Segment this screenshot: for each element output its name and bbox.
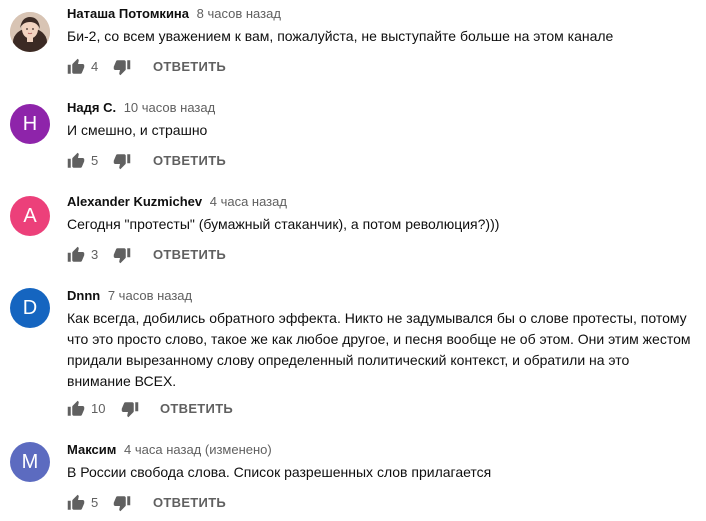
- avatar[interactable]: [10, 12, 50, 52]
- avatar[interactable]: H: [10, 104, 50, 144]
- comment-time[interactable]: 7 часов назад: [108, 288, 192, 303]
- comment-time[interactable]: 4 часа назад: [210, 194, 287, 209]
- reply-button[interactable]: ОТВЕТИТЬ: [160, 401, 233, 416]
- like-count: 4: [91, 59, 99, 74]
- thumbs-down-icon[interactable]: [121, 400, 139, 418]
- thumbs-up-icon[interactable]: [67, 58, 85, 76]
- like-count: 5: [91, 495, 99, 510]
- like-count: 5: [91, 153, 99, 168]
- like-count: 10: [91, 401, 106, 416]
- avatar-letter: M: [21, 451, 39, 473]
- avatar[interactable]: A: [10, 196, 50, 236]
- avatar[interactable]: M: [10, 442, 50, 482]
- avatar-letter: D: [22, 297, 38, 319]
- comment-text: И смешно, и страшно: [67, 122, 208, 138]
- comment-author[interactable]: Alexander Kuzmichev: [67, 194, 202, 209]
- comment-author[interactable]: Надя С.: [67, 100, 116, 115]
- reply-button[interactable]: ОТВЕТИТЬ: [153, 153, 226, 168]
- reply-button[interactable]: ОТВЕТИТЬ: [153, 495, 226, 510]
- like-count: 3: [91, 247, 99, 262]
- avatar[interactable]: D: [10, 288, 50, 328]
- thumbs-down-icon[interactable]: [113, 246, 131, 264]
- comment-header: Надя С. 10 часов назад: [67, 100, 215, 115]
- comment-time[interactable]: 8 часов назад: [197, 6, 281, 21]
- comment-text: Сегодня "протесты" (бумажный стаканчик),…: [67, 216, 500, 232]
- comment-time[interactable]: 4 часа назад (изменено): [124, 442, 272, 457]
- reply-button[interactable]: ОТВЕТИТЬ: [153, 247, 226, 262]
- thumbs-down-icon[interactable]: [113, 58, 131, 76]
- thumbs-up-icon[interactable]: [67, 246, 85, 264]
- thumbs-down-icon[interactable]: [113, 152, 131, 170]
- avatar-letter: A: [23, 205, 37, 227]
- comment-header: Наташа Потомкина 8 часов назад: [67, 6, 281, 21]
- thumbs-up-icon[interactable]: [67, 494, 85, 512]
- comment-text: В России свобода слова. Список разрешенн…: [67, 464, 492, 480]
- comment-header: Alexander Kuzmichev 4 часа назад: [67, 194, 287, 209]
- comment-time[interactable]: 10 часов назад: [124, 100, 216, 115]
- comment-text: Би-2, со всем уважением к вам, пожалуйст…: [67, 28, 614, 44]
- comment-header: Максим 4 часа назад (изменено): [67, 442, 272, 457]
- comment-text: Как всегда, добились обратного эффекта. …: [67, 310, 691, 389]
- thumbs-up-icon[interactable]: [67, 152, 85, 170]
- thumbs-up-icon[interactable]: [67, 400, 85, 418]
- comment-author[interactable]: Наташа Потомкина: [67, 6, 189, 21]
- thumbs-down-icon[interactable]: [113, 494, 131, 512]
- comment-header: Dnnn 7 часов назад: [67, 288, 192, 303]
- comment-author[interactable]: Максим: [67, 442, 116, 457]
- reply-button[interactable]: ОТВЕТИТЬ: [153, 59, 226, 74]
- comment-author[interactable]: Dnnn: [67, 288, 100, 303]
- avatar-photo-icon: [10, 12, 50, 52]
- avatar-letter: H: [22, 113, 38, 135]
